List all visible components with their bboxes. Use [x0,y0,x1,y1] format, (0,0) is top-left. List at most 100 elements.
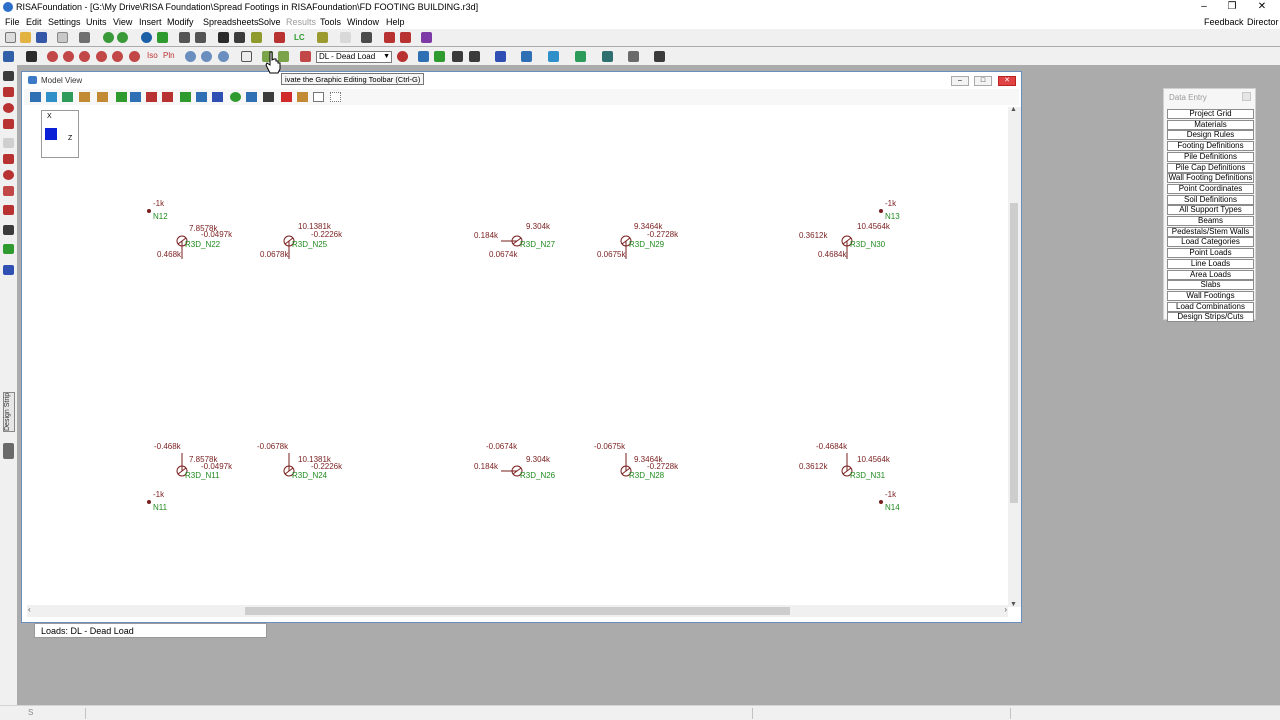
line-icon[interactable] [162,92,173,102]
model-view-close-button[interactable]: ✕ [998,76,1016,86]
view-box-icon[interactable] [313,92,324,102]
color-icon[interactable] [575,51,586,62]
boundary-icon[interactable] [521,51,532,62]
menu-solve[interactable]: Solve [258,17,281,27]
pedestal-r3d-n25[interactable]: 10.1381k -0.2226k 0.0678k R3D_N25 [260,222,343,259]
rotate-neg-y-icon[interactable] [112,51,123,62]
draw-wall-icon[interactable] [3,138,14,148]
point-node-n13[interactable]: -1k N13 [879,199,900,221]
data-entry-wall-footing-definitions[interactable]: Wall Footing Definitions [1167,173,1254,184]
risa-link-icon[interactable] [421,32,432,43]
report-icon[interactable] [384,32,395,43]
data-entry-pedestals-stem-walls[interactable]: Pedestals/Stem Walls [1167,226,1254,237]
grid-icon[interactable] [157,32,168,43]
labels-icon[interactable] [495,51,506,62]
rotate-icon[interactable] [230,92,241,102]
detail-report-icon[interactable] [400,32,411,43]
plan-view-button[interactable]: Pln [163,51,175,60]
draw-member-icon[interactable] [180,92,191,102]
horizontal-scroll-thumb[interactable] [245,607,790,615]
menu-help[interactable]: Help [386,17,405,27]
open-folder-icon[interactable] [20,32,31,43]
scroll-down-icon[interactable]: ▼ [1010,601,1017,608]
zoom-in-icon[interactable] [185,51,196,62]
unselect-icon[interactable] [116,92,127,102]
data-entry-soil-definitions[interactable]: Soil Definitions [1167,194,1254,205]
clone-view-icon[interactable] [195,32,206,43]
invert-select-icon[interactable] [97,92,108,102]
data-entry-materials[interactable]: Materials [1167,119,1254,130]
model-canvas[interactable]: X Z -1k N12 -1k N13 -1k N11 -1k N14 7.85… [27,107,1009,638]
scroll-up-icon[interactable]: ▲ [1010,106,1017,113]
draw-strip-icon[interactable] [3,265,14,275]
new-file-icon[interactable] [5,32,16,43]
load-list-icon[interactable] [317,32,328,43]
full-model-icon[interactable] [241,51,252,62]
line-select-icon[interactable] [62,92,73,102]
data-entry-pile-definitions[interactable]: Pile Definitions [1167,151,1254,162]
camera-icon[interactable] [26,51,37,62]
members-icon[interactable] [418,51,429,62]
data-entry-project-grid[interactable]: Project Grid [1167,109,1254,119]
scroll-right-icon[interactable]: › [1004,605,1007,614]
point-node-n11[interactable]: -1k N11 [147,490,168,512]
lock-icon[interactable] [130,92,141,102]
menu-results[interactable]: Results [286,17,316,27]
data-entry-close-button[interactable] [1242,92,1251,101]
plates-icon[interactable] [434,51,445,62]
model-view-minimize-button[interactable]: – [951,76,969,86]
draw-point-load-icon[interactable] [3,205,14,215]
copy-icon[interactable] [57,32,68,43]
restore-button[interactable]: ❐ [1224,1,1240,12]
load-case-select[interactable]: DL - Dead Load ▼ [316,51,392,63]
design-cut-icon[interactable] [3,443,14,459]
solve-icon[interactable] [274,32,285,43]
pedestal-r3d-n31[interactable]: -0.4684k 10.4564k 0.3612k R3D_N31 [799,442,891,480]
spreadsheet-icon[interactable] [218,32,229,43]
minimize-button[interactable]: – [1196,1,1212,12]
table-icon[interactable] [234,32,245,43]
rotate-z-icon[interactable] [79,51,90,62]
data-entry-beams[interactable]: Beams [1167,216,1254,226]
pedestal-r3d-n28[interactable]: -0.0675k 9.3464k -0.2728k R3D_N28 [594,442,679,480]
graphic-toolbar-toggle-icon[interactable] [3,51,14,62]
load-combinations-button[interactable]: LC [294,33,305,42]
vertical-scrollbar[interactable]: ▲ ▼ [1008,106,1021,608]
menu-file[interactable]: File [5,17,20,27]
data-entry-load-categories[interactable]: Load Categories [1167,237,1254,248]
data-entry-slabs[interactable]: Slabs [1167,280,1254,291]
data-entry-line-loads[interactable]: Line Loads [1167,258,1254,269]
copy-element-icon[interactable] [263,92,274,102]
data-entry-design-strips-cuts[interactable]: Design Strips/Cuts [1167,312,1254,323]
draw-line-icon[interactable] [3,186,14,196]
pedestal-r3d-n30[interactable]: 10.4564k 0.3612k 0.4684k R3D_N30 [799,222,891,259]
pedestal-r3d-n24[interactable]: -0.0678k 10.1381k -0.2226k R3D_N24 [257,442,343,480]
redo-icon[interactable] [117,32,128,43]
pedestal-r3d-n11[interactable]: -0.468k 7.8578k -0.0497k R3D_N11 [154,442,233,480]
globe-icon[interactable] [141,32,152,43]
model-view-maximize-button[interactable]: □ [974,76,992,86]
draw-beam-icon[interactable] [3,119,14,129]
point-node-n12[interactable]: -1k N12 [147,199,168,221]
data-entry-footing-definitions[interactable]: Footing Definitions [1167,141,1254,152]
rotate-neg-x-icon[interactable] [96,51,107,62]
measure-icon[interactable] [654,51,665,62]
data-entry-point-loads[interactable]: Point Loads [1167,248,1254,259]
close-button[interactable]: ✕ [1254,1,1270,12]
grid-toggle-icon[interactable] [330,92,341,102]
search-icon[interactable] [361,32,372,43]
save-icon[interactable] [36,32,47,43]
columns-icon[interactable] [251,32,262,43]
horizontal-scrollbar[interactable]: ‹ › [27,605,1008,617]
menu-modify[interactable]: Modify [167,17,194,27]
iso-view-button[interactable]: Iso [147,51,158,60]
data-entry-load-combinations[interactable]: Load Combinations [1167,301,1254,312]
data-entry-wall-footings[interactable]: Wall Footings [1167,290,1254,301]
point-node-n14[interactable]: -1k N14 [879,490,900,512]
polygon-select-icon[interactable] [79,92,90,102]
point-icon[interactable] [146,92,157,102]
draw-line-load-icon[interactable] [3,225,14,235]
pedestal-r3d-n27[interactable]: 9.304k 0.184k 0.0674k R3D_N27 [474,222,556,259]
zoom-box-icon[interactable] [218,51,229,62]
rotate-x-icon[interactable] [47,51,58,62]
